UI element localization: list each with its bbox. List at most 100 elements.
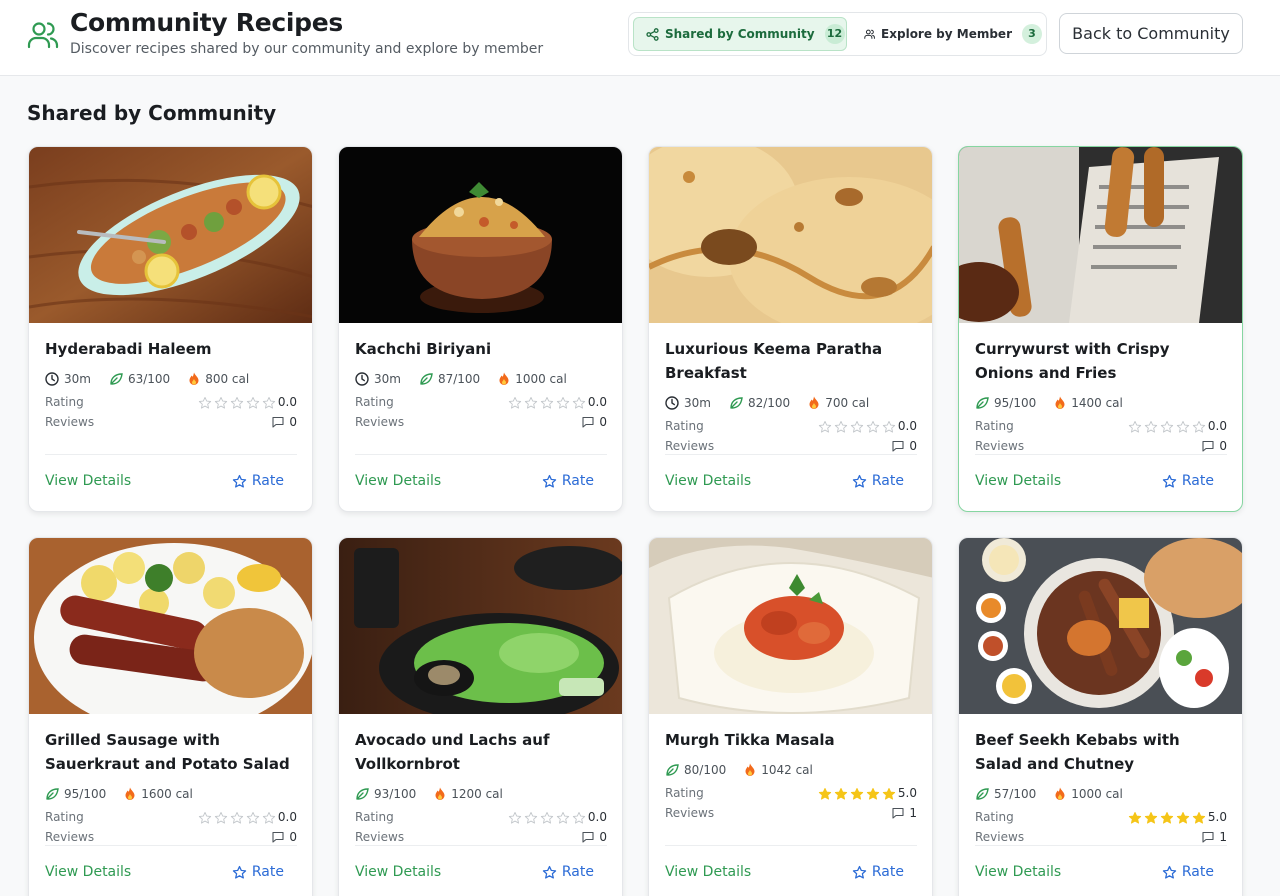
- view-details-link[interactable]: View Details: [665, 864, 751, 880]
- recipe-card[interactable]: Luxurious Keema Paratha Breakfast 30m 82…: [648, 146, 933, 512]
- rating-label: Rating: [355, 395, 394, 409]
- star-filled-icon: [882, 787, 896, 800]
- recipe-card[interactable]: Beef Seekh Kebabs with Salad and Chutney…: [958, 537, 1243, 896]
- tab-shared-by-community[interactable]: Shared by Community 12: [633, 17, 847, 51]
- star-empty-icon: [1176, 420, 1190, 433]
- recipe-image: [649, 147, 932, 323]
- star-empty-icon: [214, 811, 228, 824]
- view-details-link[interactable]: View Details: [355, 864, 441, 880]
- health-score: 95/100: [64, 787, 107, 801]
- recipe-card[interactable]: Hyderabadi Haleem 30m 63/100 800 cal Rat…: [28, 146, 313, 512]
- star-empty-icon: [524, 396, 538, 409]
- rating-label: Rating: [665, 786, 704, 800]
- star-outline-icon: [852, 474, 867, 488]
- rate-button[interactable]: Rate: [852, 864, 904, 880]
- rate-button[interactable]: Rate: [852, 473, 904, 489]
- recipe-title: Currywurst with Crispy Onions and Fries: [975, 340, 1170, 382]
- rate-button[interactable]: Rate: [542, 473, 594, 489]
- clock-icon: [45, 372, 59, 386]
- reviews-count: 0: [599, 830, 607, 844]
- card-divider: [975, 454, 1227, 455]
- leaf-icon: [110, 373, 123, 385]
- calories: 700 cal: [825, 396, 870, 410]
- recipe-title: Avocado und Lachs auf Vollkornbrot: [355, 731, 550, 773]
- calories: 800 cal: [205, 372, 250, 386]
- recipe-card[interactable]: Currywurst with Crispy Onions and Fries …: [958, 146, 1243, 512]
- star-empty-icon: [1144, 420, 1158, 433]
- star-outline-icon: [232, 474, 247, 488]
- rate-label: Rate: [871, 473, 904, 489]
- recipe-card[interactable]: Avocado und Lachs auf Vollkornbrot 93/10…: [338, 537, 623, 896]
- leaf-icon: [976, 788, 989, 800]
- star-rating: [1127, 420, 1207, 434]
- section-title: Shared by Community: [27, 101, 277, 125]
- calories: 1000 cal: [515, 372, 567, 386]
- users-icon: [864, 29, 875, 39]
- star-outline-icon: [542, 474, 557, 488]
- comment-icon: [272, 416, 284, 428]
- reviews-count: 0: [289, 830, 297, 844]
- reviews-label: Reviews: [975, 439, 1025, 453]
- reviews-row: Reviews 1: [975, 830, 1227, 846]
- rating-row: Rating 0.0: [665, 419, 917, 435]
- star-rating: [507, 396, 587, 410]
- star-empty-icon: [524, 811, 538, 824]
- users-icon: [27, 22, 59, 49]
- view-details-link[interactable]: View Details: [975, 473, 1061, 489]
- comment-icon: [1202, 831, 1214, 843]
- view-details-link[interactable]: View Details: [975, 864, 1061, 880]
- view-details-link[interactable]: View Details: [45, 864, 131, 880]
- tab-explore-by-member[interactable]: Explore by Member 3: [859, 17, 1042, 51]
- reviews-row: Reviews 1: [665, 806, 917, 822]
- rating-value: 5.0: [1207, 810, 1227, 824]
- calories: 1400 cal: [1071, 396, 1123, 410]
- rating-row: Rating 0.0: [355, 395, 607, 411]
- reviews-row: Reviews 0: [665, 439, 917, 455]
- flame-icon: [745, 763, 755, 776]
- recipe-meta: 30m 82/100 700 cal: [665, 395, 887, 411]
- recipe-card[interactable]: Kachchi Biriyani 30m 87/100 1000 cal Rat…: [338, 146, 623, 512]
- reviews-count: 1: [1219, 830, 1227, 844]
- flame-icon: [125, 787, 135, 800]
- star-empty-icon: [556, 811, 570, 824]
- star-empty-icon: [572, 811, 586, 824]
- tab-label: Shared by Community: [665, 27, 815, 41]
- view-details-link[interactable]: View Details: [665, 473, 751, 489]
- star-filled-icon: [866, 787, 880, 800]
- flame-icon: [809, 396, 819, 409]
- calories: 1600 cal: [141, 787, 193, 801]
- calories: 1200 cal: [451, 787, 503, 801]
- recipe-title: Murgh Tikka Masala: [665, 731, 835, 749]
- rate-button[interactable]: Rate: [1162, 864, 1214, 880]
- view-details-link[interactable]: View Details: [45, 473, 131, 489]
- rate-button[interactable]: Rate: [1162, 473, 1214, 489]
- star-empty-icon: [508, 396, 522, 409]
- flame-icon: [1055, 396, 1065, 409]
- reviews-count: 0: [599, 415, 607, 429]
- recipe-image: [959, 538, 1242, 714]
- rate-button[interactable]: Rate: [542, 864, 594, 880]
- reviews-label: Reviews: [665, 439, 715, 453]
- health-score: 93/100: [374, 787, 417, 801]
- star-rating: [197, 396, 277, 410]
- rate-button[interactable]: Rate: [232, 473, 284, 489]
- back-to-community-button[interactable]: Back to Community: [1059, 13, 1243, 54]
- reviews-label: Reviews: [975, 830, 1025, 844]
- view-details-link[interactable]: View Details: [355, 473, 441, 489]
- recipe-card[interactable]: Grilled Sausage with Sauerkraut and Pota…: [28, 537, 313, 896]
- recipe-image: [649, 538, 932, 714]
- leaf-icon: [420, 373, 433, 385]
- view-toggle: Shared by Community 12 Explore by Member…: [628, 12, 1047, 56]
- recipe-meta: 80/100 1042 cal: [665, 762, 831, 778]
- leaf-icon: [976, 397, 989, 409]
- rating-row: Rating 0.0: [355, 810, 607, 826]
- star-empty-icon: [882, 420, 896, 433]
- health-score: 82/100: [747, 396, 791, 410]
- recipe-image: [339, 538, 622, 714]
- star-filled-icon: [818, 787, 832, 800]
- reviews-row: Reviews 0: [45, 830, 297, 846]
- rate-label: Rate: [561, 473, 594, 489]
- recipe-card[interactable]: Murgh Tikka Masala 80/100 1042 cal Ratin…: [648, 537, 933, 896]
- reviews-row: Reviews 0: [975, 439, 1227, 455]
- rate-button[interactable]: Rate: [232, 864, 284, 880]
